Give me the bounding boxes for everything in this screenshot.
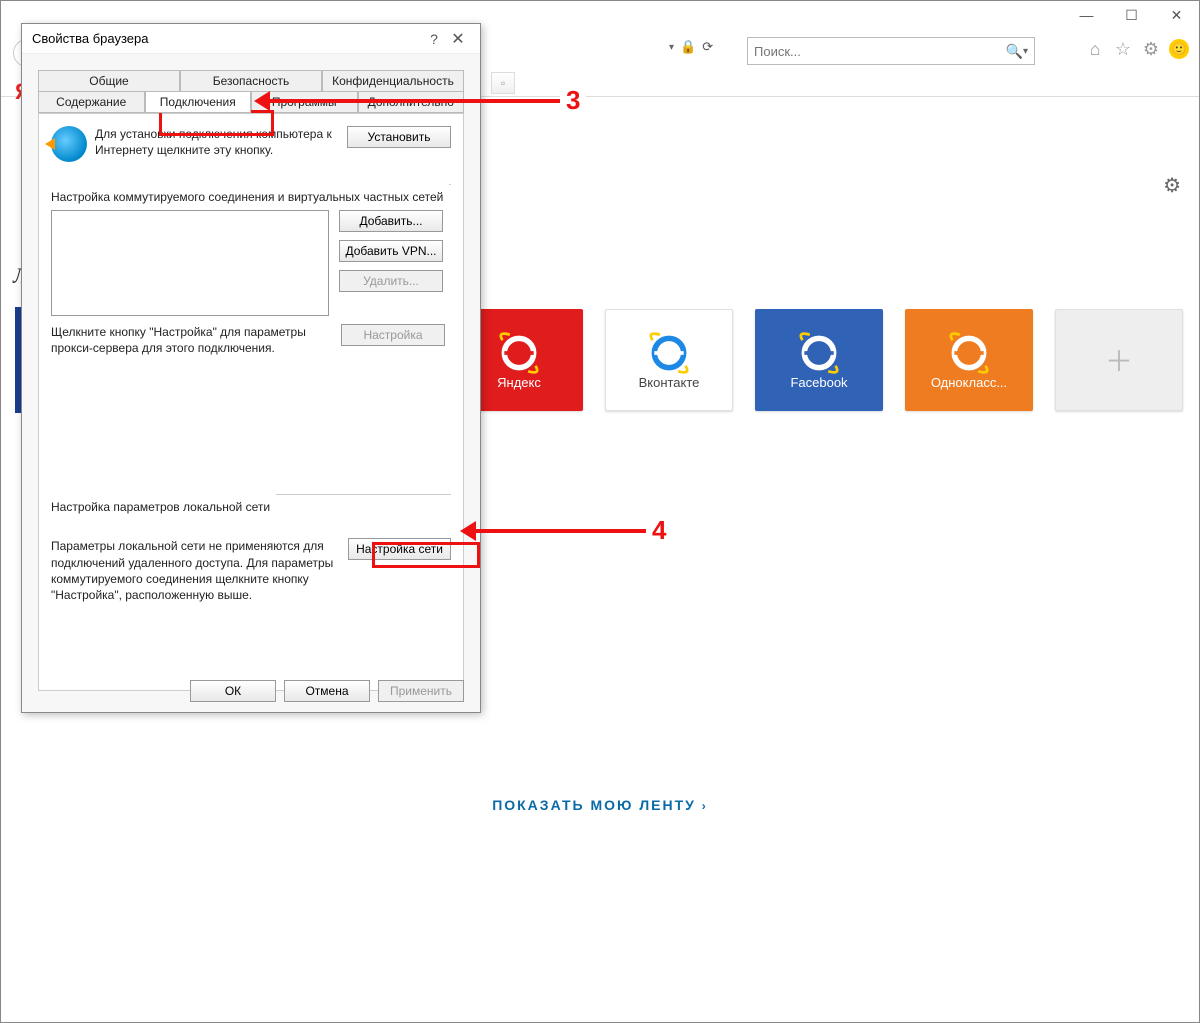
address-bar-controls: ▾ 🔒 ⟳ xyxy=(669,39,713,55)
divider xyxy=(449,184,451,185)
plus-icon: ＋ xyxy=(1105,340,1133,380)
lan-section-title: Настройка параметров локальной сети xyxy=(51,500,270,514)
search-box[interactable]: 🔍 ▾ xyxy=(747,37,1035,65)
ie-logo-icon xyxy=(647,331,691,375)
window-controls: — ☐ ✕ xyxy=(1064,1,1199,29)
tile-add[interactable]: ＋ xyxy=(1055,309,1183,411)
arrow-head-icon xyxy=(254,91,270,111)
tools-gear-icon[interactable]: ⚙ xyxy=(1139,37,1163,61)
smiley-icon[interactable]: 🙂 xyxy=(1167,37,1191,61)
tile-facebook[interactable]: Facebook xyxy=(755,309,883,411)
feed-link-label: ПОКАЗАТЬ МОЮ ЛЕНТУ xyxy=(492,797,696,813)
speed-dial-tiles: Яндекс Вконтакте Facebook Однокласс... ＋ xyxy=(455,309,1183,411)
tile-vkontakte[interactable]: Вконтакте xyxy=(605,309,733,411)
search-dropdown-icon[interactable]: ▾ xyxy=(1023,46,1028,57)
delete-button: Удалить... xyxy=(339,270,443,292)
ie-logo-icon xyxy=(947,331,991,375)
connections-panel: Для установки подключения компьютера к И… xyxy=(38,113,464,691)
arrow-line xyxy=(476,529,646,533)
search-input[interactable] xyxy=(754,44,1006,59)
tab-content[interactable]: Содержание xyxy=(38,91,145,113)
ok-button[interactable]: ОК xyxy=(190,680,276,702)
tab-general[interactable]: Общие xyxy=(38,70,180,91)
dialog-title: Свойства браузера xyxy=(32,31,422,46)
settings-button: Настройка xyxy=(341,324,445,346)
refresh-icon[interactable]: ⟳ xyxy=(702,39,713,55)
dialog-body: Общие Безопасность Конфиденциальность Со… xyxy=(22,54,480,712)
install-text: Для установки подключения компьютера к И… xyxy=(95,126,339,158)
tile-odnoklassniki[interactable]: Однокласс... xyxy=(905,309,1033,411)
divider xyxy=(276,494,451,495)
add-button[interactable]: Добавить... xyxy=(339,210,443,232)
tile-label: Однокласс... xyxy=(931,375,1007,390)
search-icon[interactable]: 🔍 xyxy=(1006,43,1023,60)
tile-label: Яндекс xyxy=(497,375,541,390)
lan-text: Параметры локальной сети не применяются … xyxy=(51,538,338,603)
tab-connections[interactable]: Подключения xyxy=(145,91,252,113)
apply-button: Применить xyxy=(378,680,464,702)
dialog-close-button[interactable]: ✕ xyxy=(446,29,470,49)
favorites-icon[interactable]: ☆ xyxy=(1111,37,1135,61)
lock-icon: 🔒 xyxy=(680,39,696,55)
close-window-button[interactable]: ✕ xyxy=(1154,1,1199,29)
connections-listbox[interactable] xyxy=(51,210,329,316)
cancel-button[interactable]: Отмена xyxy=(284,680,370,702)
arrow-line xyxy=(270,99,560,103)
tile-label: Facebook xyxy=(790,375,847,390)
home-icon[interactable]: ⌂ xyxy=(1083,37,1107,61)
dialog-footer: ОК Отмена Применить xyxy=(190,680,464,702)
lan-settings-button[interactable]: Настройка сети xyxy=(348,538,451,560)
ie-logo-icon xyxy=(497,331,541,375)
install-button[interactable]: Установить xyxy=(347,126,451,148)
annotation-arrow-3: 3 xyxy=(254,85,586,116)
dialog-help-button[interactable]: ? xyxy=(422,31,446,47)
toolbar-right-icons: ⌂ ☆ ⚙ 🙂 xyxy=(1083,37,1191,61)
annotation-arrow-4: 4 xyxy=(460,515,672,546)
globe-icon xyxy=(51,126,87,162)
ie-logo-icon xyxy=(797,331,841,375)
chevron-right-icon: › xyxy=(702,799,708,813)
arrow-head-icon xyxy=(460,521,476,541)
page-settings-gear-icon[interactable]: ⚙ xyxy=(1163,173,1181,198)
internet-options-dialog: Свойства браузера ? ✕ Общие Безопасность… xyxy=(21,23,481,713)
proxy-hint: Щелкните кнопку "Настройка" для параметр… xyxy=(51,324,331,356)
annotation-number: 3 xyxy=(560,85,586,116)
add-vpn-button[interactable]: Добавить VPN... xyxy=(339,240,443,262)
addr-dropdown-icon[interactable]: ▾ xyxy=(669,42,674,53)
maximize-button[interactable]: ☐ xyxy=(1109,1,1154,29)
dialog-titlebar: Свойства браузера ? ✕ xyxy=(22,24,480,54)
tile-label: Вконтакте xyxy=(639,375,700,390)
minimize-button[interactable]: — xyxy=(1064,1,1109,29)
show-feed-link[interactable]: ПОКАЗАТЬ МОЮ ЛЕНТУ › xyxy=(1,797,1199,813)
dialup-section-title: Настройка коммутируемого соединения и ви… xyxy=(51,190,443,204)
annotation-number: 4 xyxy=(646,515,672,546)
